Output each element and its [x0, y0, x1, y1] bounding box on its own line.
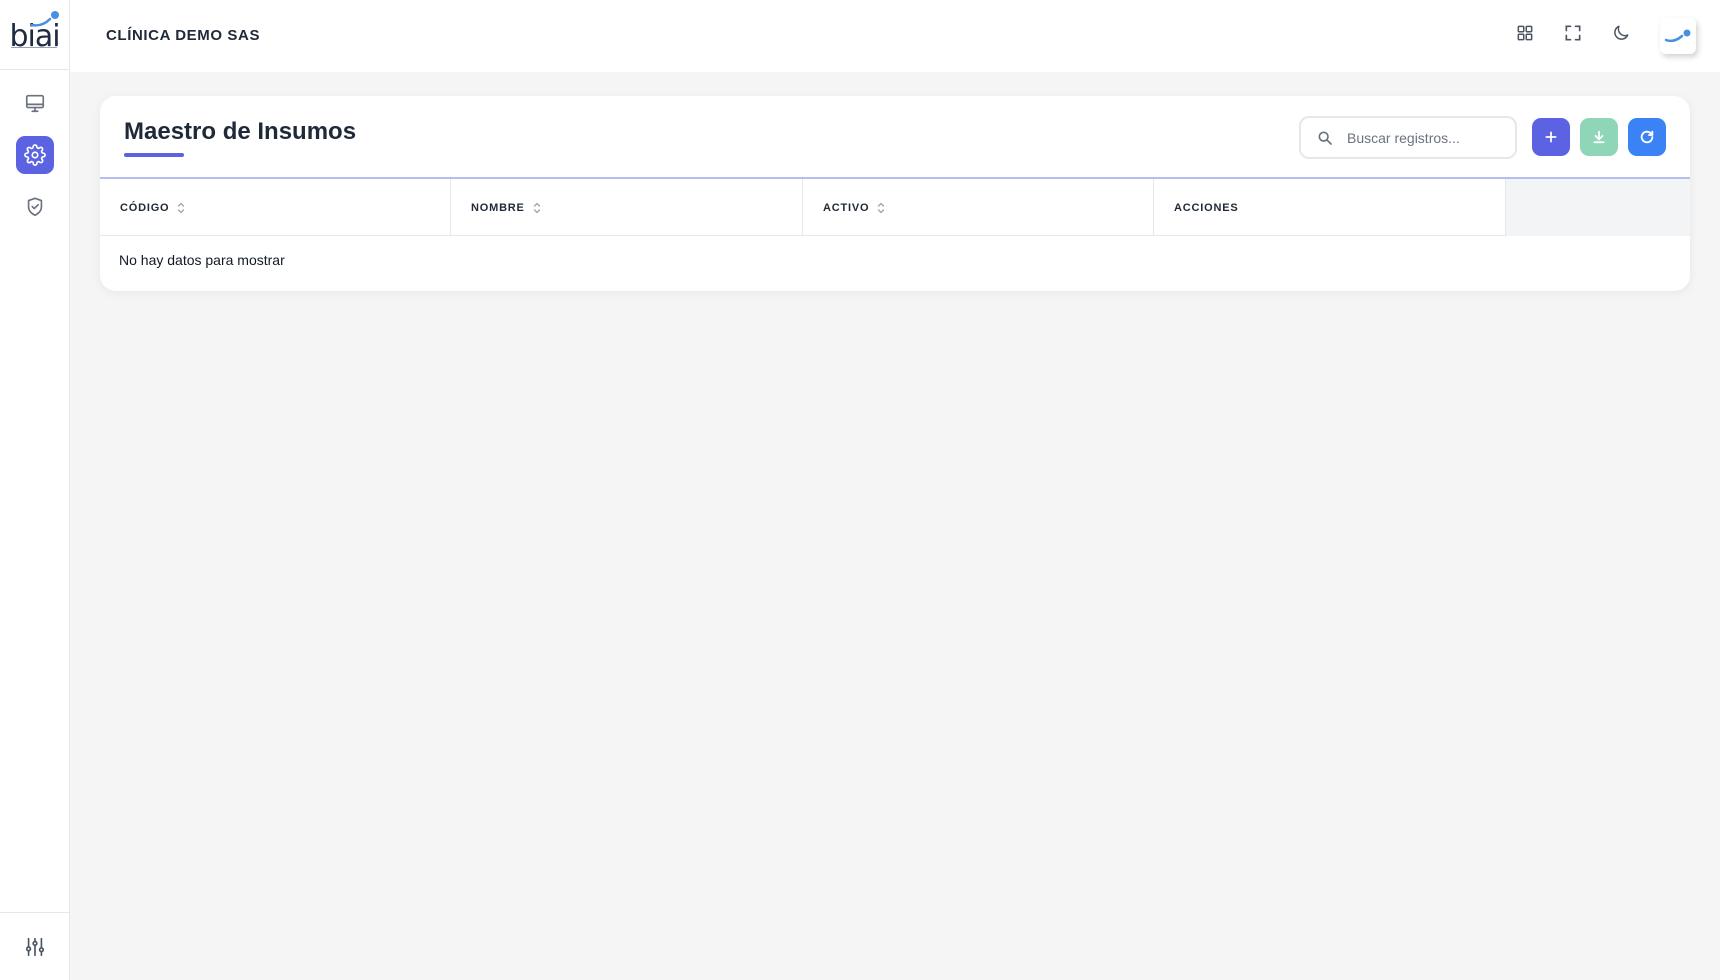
sidebar-customizer-button[interactable] [24, 936, 46, 958]
company-name: CLÍNICA DEMO SAS [106, 27, 261, 44]
sidebar-item-dashboard[interactable] [16, 84, 54, 122]
sidebar: biai [0, 0, 70, 980]
fullscreen-button[interactable] [1560, 20, 1586, 46]
search-icon [1318, 131, 1332, 145]
avatar[interactable] [1660, 18, 1696, 54]
title-underline [124, 153, 184, 157]
sidebar-item-security[interactable] [16, 188, 54, 226]
logo[interactable]: biai [0, 0, 69, 70]
sidebar-settings-panel [0, 912, 70, 980]
column-header-label: ACTIVO [823, 201, 870, 214]
moon-icon [1614, 25, 1629, 40]
shield-check-icon [27, 197, 43, 217]
table-header: CÓDIGO NOMBRE ACTIVO ACCIONES [100, 179, 1690, 236]
logo-swoosh-icon [30, 11, 59, 27]
column-header-filler [1506, 179, 1690, 236]
column-header-codigo[interactable]: CÓDIGO [100, 179, 451, 236]
sort-icon [877, 202, 885, 214]
plus-icon [1545, 131, 1557, 143]
apps-grid-icon [1517, 25, 1533, 41]
refresh-icon [1640, 130, 1654, 144]
apps-grid-button[interactable] [1512, 20, 1538, 46]
gear-icon [24, 144, 46, 166]
sliders-icon [25, 937, 45, 956]
column-header-label: CÓDIGO [120, 201, 170, 214]
column-header-acciones: ACCIONES [1154, 179, 1506, 236]
dark-mode-toggle[interactable] [1608, 20, 1634, 46]
sidebar-item-settings[interactable] [16, 136, 54, 174]
insumos-card: Maestro de Insumos CÓDIGO NOMBRE [100, 96, 1690, 291]
column-header-activo[interactable]: ACTIVO [803, 179, 1154, 236]
add-button[interactable] [1532, 118, 1570, 156]
column-header-label: ACCIONES [1174, 201, 1239, 214]
sort-icon [177, 202, 185, 214]
monitor-icon [25, 94, 45, 113]
avatar-logo-icon [1664, 29, 1691, 43]
logo-tagline [11, 47, 57, 48]
search-input[interactable] [1347, 118, 1507, 157]
fullscreen-icon [1565, 25, 1581, 41]
column-header-label: NOMBRE [471, 201, 525, 214]
page-title: Maestro de Insumos [124, 118, 357, 145]
top-header: CLÍNICA DEMO SAS [70, 0, 1720, 72]
download-icon [1593, 130, 1605, 144]
search-box [1299, 116, 1517, 159]
refresh-button[interactable] [1628, 118, 1666, 156]
export-button[interactable] [1580, 118, 1618, 156]
sort-icon [533, 202, 541, 214]
column-header-nombre[interactable]: NOMBRE [451, 179, 803, 236]
empty-table-message: No hay datos para mostrar [119, 252, 285, 268]
